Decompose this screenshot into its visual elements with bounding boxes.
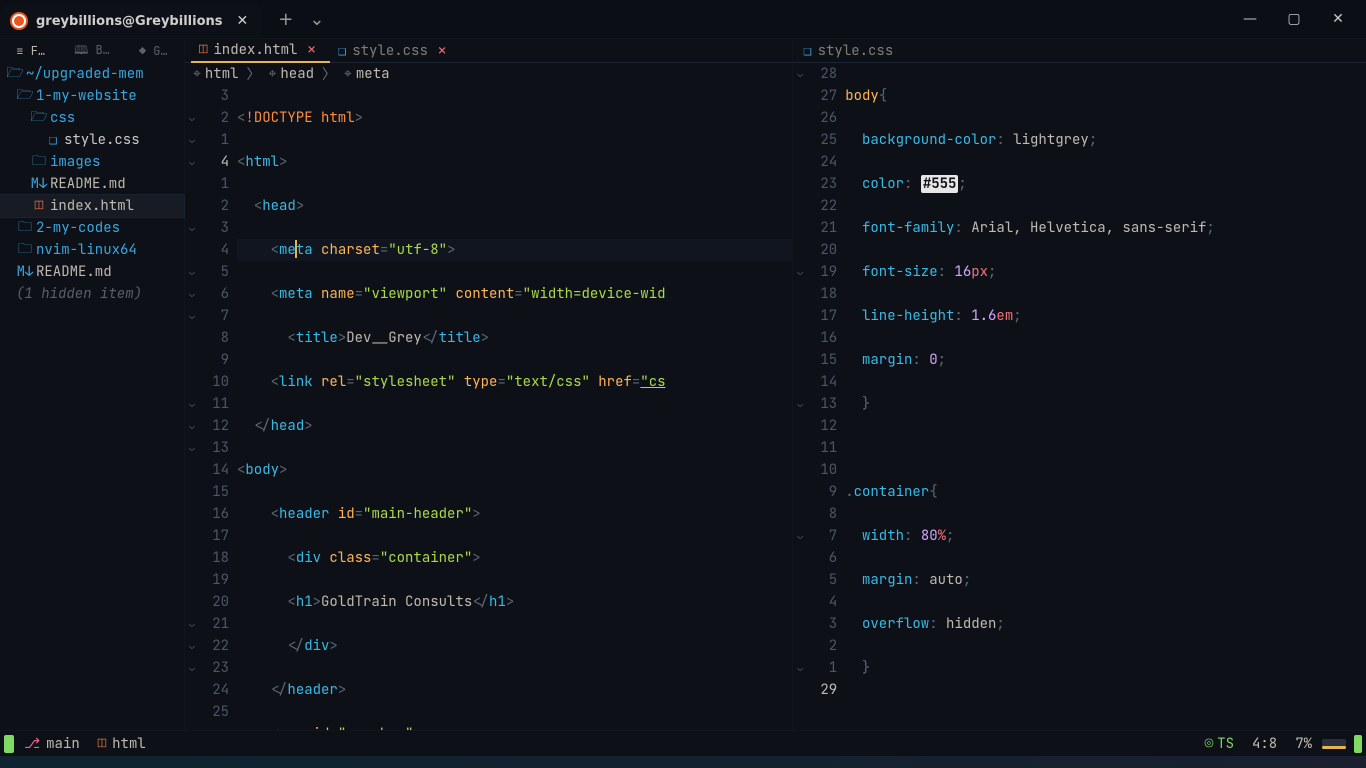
folder-open-icon: 🗁	[30, 106, 48, 130]
buffer-tab-index[interactable]: ◫ index.html ✕	[191, 39, 330, 63]
html-file-icon: ◫	[30, 197, 48, 215]
editor-split: ◫ index.html ✕ ❑ style.css ✕ ⌖ html 〉 ⌖ …	[185, 39, 1366, 730]
css-file-icon: ❑	[44, 131, 62, 149]
tree-item[interactable]: 🗀 nvim-linux64	[0, 239, 184, 261]
new-tab-button[interactable]: +	[278, 9, 293, 30]
os-taskbar-strip	[0, 756, 1366, 768]
sidebar-tab-git[interactable]: ◆ G…	[123, 43, 184, 59]
crumb-seg[interactable]: meta	[356, 65, 390, 83]
breadcrumb-icon: ⌖	[193, 65, 201, 83]
tree-label: 2-my-codes	[36, 219, 120, 237]
tree-label: images	[50, 153, 100, 171]
css-file-icon: ❑	[338, 42, 346, 60]
maximize-button[interactable]: ▢	[1272, 11, 1316, 27]
tree-root[interactable]: 🗁 ~/upgraded-mem	[0, 63, 184, 85]
buffer-tab-style[interactable]: ❑ style.css ✕	[330, 39, 460, 63]
folder-icon: 🗀	[30, 150, 48, 174]
buffer-title-style[interactable]: ❑ style.css	[799, 39, 907, 63]
editor-pane-right: ❑ style.css 28⌄272625242322212019⌄181716…	[792, 39, 1366, 730]
status-bar: main ◫ html TS 4:8 7%	[0, 730, 1366, 756]
tree-label: css	[50, 109, 75, 127]
tree-hidden-note: (1 hidden item)	[0, 283, 184, 305]
file-tree-sidebar: ☰ F… 🕮 B… ◆ G… 🗁 ~/upgraded-mem 🗁 1-my-w…	[0, 39, 185, 730]
crumb-seg[interactable]: html	[205, 65, 239, 83]
tree-item[interactable]: 🗀 2-my-codes	[0, 217, 184, 239]
tab-dropdown-button[interactable]: ⌄	[309, 9, 324, 30]
tree-root-label: ~/upgraded-mem	[26, 65, 144, 83]
treesitter-indicator: TS	[1205, 735, 1234, 753]
close-button[interactable]: ✕	[1316, 11, 1360, 27]
breadcrumb: ⌖ html 〉 ⌖ head 〉 ⌖ meta	[185, 63, 792, 85]
folder-icon: 🗀	[16, 238, 34, 262]
tree-label: 1-my-website	[36, 87, 137, 105]
markdown-file-icon: M↓	[16, 263, 34, 281]
crumb-seg[interactable]: head	[280, 65, 314, 83]
window-controls: — ▢ ✕	[1228, 11, 1366, 27]
code-content-left[interactable]: <!DOCTYPE html> <html> <head> <meta char…	[237, 85, 792, 730]
code-area-left[interactable]: 32⌄1⌄4⌄123⌄45⌄6⌄7⌄891011⌄12⌄13⌄141516171…	[185, 85, 792, 730]
folder-icon: 🗀	[16, 216, 34, 240]
tree-item[interactable]: M↓ README.md	[0, 261, 184, 283]
html-file-icon: ◫	[199, 41, 207, 59]
git-branch-name: main	[46, 735, 80, 753]
tree-label: style.css	[64, 131, 140, 149]
tab-close-icon[interactable]: ✕	[237, 13, 249, 29]
sidebar-tab-buffers[interactable]: 🕮 B…	[61, 41, 122, 62]
markdown-file-icon: M↓	[30, 175, 48, 193]
mode-indicator	[4, 735, 14, 753]
tree-item-selected[interactable]: ◫ index.html	[0, 195, 184, 217]
filetype-indicator: ◫ html	[98, 735, 146, 753]
chevron-right-icon: 〉	[247, 64, 261, 84]
close-icon[interactable]: ✕	[307, 41, 315, 59]
status-end-block	[1354, 735, 1362, 753]
tree-label: nvim-linux64	[36, 241, 137, 259]
tree-item[interactable]: M↓ README.md	[0, 173, 184, 195]
css-file-icon: ❑	[803, 42, 811, 60]
git-branch[interactable]: main	[24, 735, 80, 753]
cursor-position: 4:8	[1252, 735, 1277, 753]
breadcrumb-icon: ⌖	[344, 65, 352, 83]
gutter-right: 28⌄272625242322212019⌄181716151413⌄12111…	[793, 63, 845, 730]
close-icon[interactable]: ✕	[438, 42, 446, 60]
gutter-left: 32⌄1⌄4⌄123⌄45⌄6⌄7⌄891011⌄12⌄13⌄141516171…	[185, 85, 237, 730]
scroll-percent: 7%	[1295, 735, 1312, 753]
buffer-tab-label: index.html	[213, 41, 297, 59]
code-area-right[interactable]: 28⌄272625242322212019⌄181716151413⌄12111…	[793, 63, 1366, 730]
buffer-tab-label: style.css	[818, 42, 894, 60]
titlebar: greybillions@Greybillions ✕ + ⌄ — ▢ ✕	[0, 0, 1366, 38]
html-file-icon: ◫	[98, 735, 106, 753]
buffer-tabs: ◫ index.html ✕ ❑ style.css ✕	[185, 39, 792, 63]
tree-item[interactable]: 🗁 css	[0, 107, 184, 129]
tree-label: README.md	[36, 263, 112, 281]
editor-app: ☰ F… 🕮 B… ◆ G… 🗁 ~/upgraded-mem 🗁 1-my-w…	[0, 38, 1366, 730]
buffer-tab-label: style.css	[352, 42, 428, 60]
code-content-right[interactable]: body{ background-color: lightgrey; color…	[845, 63, 1366, 730]
folder-open-icon: 🗁	[16, 84, 34, 108]
ubuntu-icon	[10, 12, 28, 30]
tree-item[interactable]: 🗀 images	[0, 151, 184, 173]
editor-pane-left: ◫ index.html ✕ ❑ style.css ✕ ⌖ html 〉 ⌖ …	[185, 39, 792, 730]
breadcrumb-icon: ⌖	[269, 65, 277, 83]
tree-label: README.md	[50, 175, 126, 193]
tree-item[interactable]: ❑ style.css	[0, 129, 184, 151]
sidebar-tabs: ☰ F… 🕮 B… ◆ G…	[0, 39, 184, 63]
chevron-right-icon: 〉	[322, 64, 336, 84]
buffer-header-right: ❑ style.css	[793, 39, 1366, 63]
folder-open-icon: 🗁	[6, 62, 24, 86]
tree-item[interactable]: 🗁 1-my-website	[0, 85, 184, 107]
sidebar-tab-files[interactable]: ☰ F…	[0, 43, 61, 59]
scroll-indicator	[1322, 739, 1346, 749]
minimize-button[interactable]: —	[1228, 11, 1272, 27]
terminal-tab[interactable]: greybillions@Greybillions ✕	[0, 4, 262, 38]
filetype-label: html	[112, 735, 146, 753]
tree-hidden-label: (1 hidden item)	[16, 285, 142, 303]
tree-label: index.html	[50, 197, 134, 215]
terminal-tab-title: greybillions@Greybillions	[36, 14, 223, 29]
